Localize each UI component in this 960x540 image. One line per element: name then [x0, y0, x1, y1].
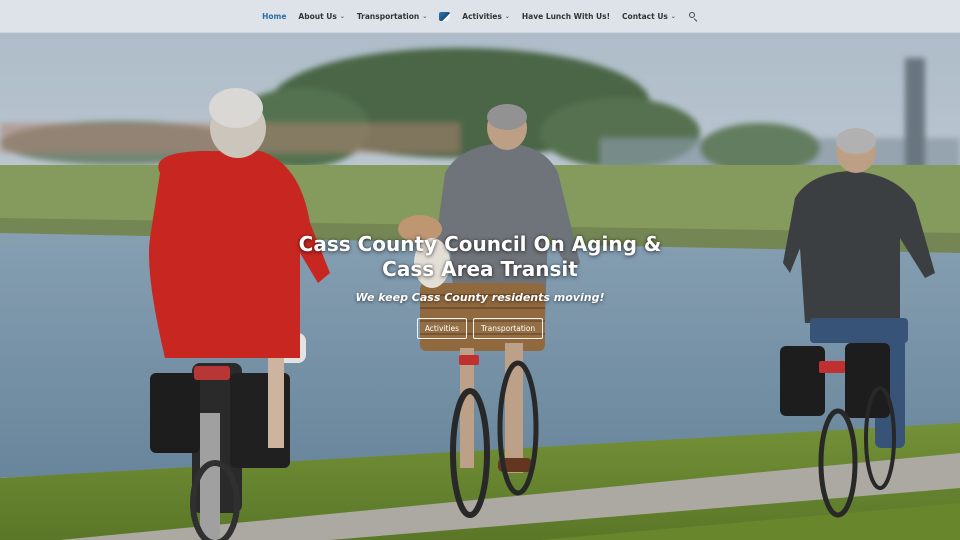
nav-item-label: Contact Us	[622, 11, 668, 21]
chevron-down-icon: ⌄	[422, 12, 428, 20]
hero-button-group: Activities Transportation	[416, 318, 544, 339]
hero-subtitle: We keep Cass County residents moving!	[355, 291, 605, 304]
nav-item-label: About Us	[298, 11, 337, 21]
top-navigation: Home About Us ⌄ Transportation ⌄ Activit…	[0, 0, 960, 33]
chevron-down-icon: ⌄	[339, 12, 345, 20]
transportation-button[interactable]: Transportation	[473, 318, 544, 339]
nav-item-home[interactable]: Home	[262, 12, 286, 21]
site-logo-icon	[439, 11, 451, 21]
nav-item-label: Activities	[462, 11, 502, 21]
hero-title: Cass County Council On Aging & Cass Area…	[298, 232, 662, 281]
nav-item-label: Have Lunch With Us!	[521, 11, 611, 21]
nav-logo-link[interactable]	[439, 11, 451, 21]
nav-item-have-lunch[interactable]: Have Lunch With Us!	[522, 12, 610, 21]
hero-content: Cass County Council On Aging & Cass Area…	[0, 33, 960, 540]
nav-item-about-us[interactable]: About Us ⌄	[298, 12, 344, 21]
activities-button[interactable]: Activities	[416, 318, 468, 339]
nav-search[interactable]	[688, 11, 698, 22]
nav-item-label: Transportation	[356, 11, 420, 21]
nav-item-transportation[interactable]: Transportation ⌄	[357, 12, 427, 21]
chevron-down-icon: ⌄	[670, 12, 676, 20]
nav-item-label: Home	[262, 11, 287, 21]
chevron-down-icon: ⌄	[504, 12, 510, 20]
search-icon	[688, 11, 698, 22]
nav-item-contact-us[interactable]: Contact Us ⌄	[622, 12, 676, 21]
nav-item-activities[interactable]: Activities ⌄	[462, 12, 510, 21]
nav-menu: Home About Us ⌄ Transportation ⌄ Activit…	[262, 11, 698, 22]
hero-section: Cass County Council On Aging & Cass Area…	[0, 33, 960, 540]
